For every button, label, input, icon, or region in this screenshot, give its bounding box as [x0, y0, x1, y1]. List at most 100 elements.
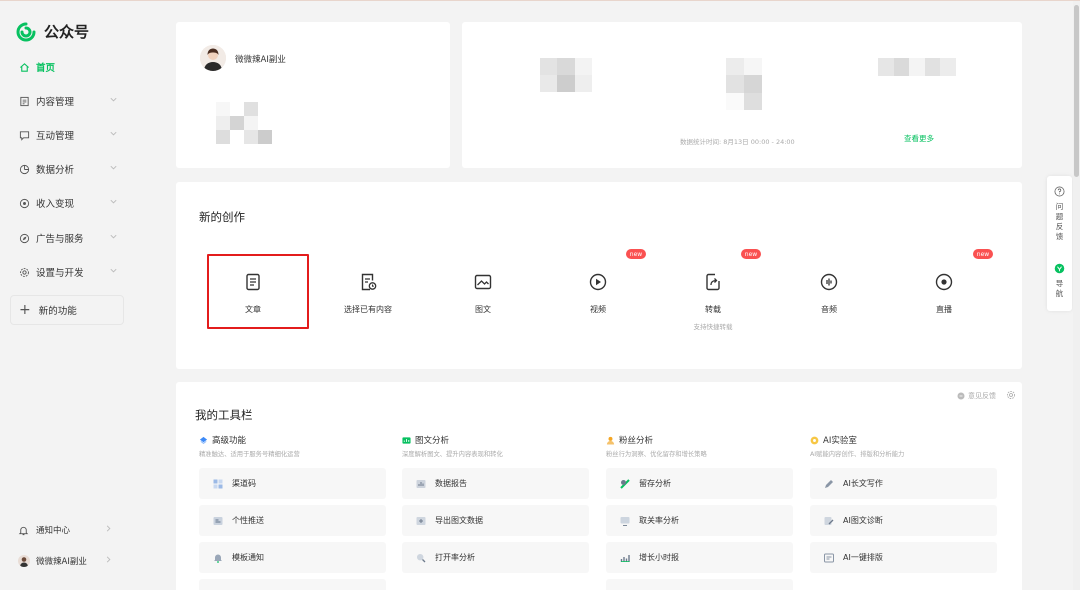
- account-menu[interactable]: 微微辣AI副业: [18, 551, 118, 571]
- tool-column-title: 高级功能: [199, 434, 246, 446]
- feedback-label: 意见反馈: [968, 392, 996, 400]
- live-icon: [935, 273, 953, 291]
- tool-button[interactable]: 数据报告: [402, 468, 589, 499]
- home-icon: [18, 61, 30, 73]
- tool-column-desc: 精准触达、适用于服务号精细化运营: [199, 451, 300, 458]
- chevron-down-icon: [110, 199, 117, 204]
- notification-center[interactable]: 通知中心: [18, 520, 118, 540]
- sidebar-item-ads[interactable]: 广告与服务: [18, 228, 128, 248]
- profile-card: 微微辣AI副业: [176, 22, 450, 168]
- chart-icon: [18, 163, 30, 175]
- blurred-stat: [878, 58, 956, 76]
- sidebar-item-label: 设置与开发: [36, 268, 84, 279]
- sidebar-item-monetization[interactable]: 收入变现: [18, 193, 128, 213]
- feedback-icon: [957, 392, 965, 400]
- account-name: 微微辣AI副业: [235, 55, 286, 65]
- create-item-label: 转载: [705, 305, 721, 314]
- tool-button[interactable]: AI长文写作: [810, 468, 997, 499]
- sidebar-item-label: 收入变现: [36, 199, 75, 210]
- create-live-button[interactable]: 直播: [904, 272, 984, 315]
- view-more-link[interactable]: 查看更多: [904, 133, 934, 144]
- create-repost-button[interactable]: 转载 支持快捷转载: [673, 272, 753, 331]
- feedback-button[interactable]: 问题反馈: [1047, 186, 1072, 242]
- scrollbar-thumb[interactable]: [1074, 5, 1079, 177]
- create-item-label: 直播: [936, 305, 952, 314]
- tool-button[interactable]: AI一键排版: [810, 542, 997, 573]
- sidebar-item-home[interactable]: 首页: [18, 57, 128, 77]
- create-video-button[interactable]: 视频: [558, 272, 638, 315]
- tool-column-title: 粉丝分析: [606, 434, 653, 446]
- tool-button[interactable]: 渠道码: [199, 468, 386, 499]
- sidebar-item-label: 内容管理: [36, 97, 75, 108]
- create-item-label: 图文: [475, 305, 491, 314]
- tool-button[interactable]: 打开率分析: [402, 542, 589, 573]
- open-rate-icon: [416, 553, 426, 563]
- tool-button[interactable]: 增长小时报: [606, 542, 793, 573]
- avatar: [18, 555, 30, 567]
- tool-button[interactable]: 个性推送: [199, 505, 386, 536]
- tool-column-title: AI实验室: [810, 434, 857, 446]
- chevron-right-icon: [106, 556, 111, 563]
- chevron-right-icon: [106, 525, 111, 532]
- create-existing-button[interactable]: 选择已有内容: [328, 272, 408, 315]
- new-features-button[interactable]: + 新的功能: [10, 295, 124, 325]
- tool-button[interactable]: [606, 579, 793, 590]
- article-icon: [246, 273, 260, 291]
- video-icon: [589, 273, 607, 291]
- tool-button[interactable]: 导出图文数据: [402, 505, 589, 536]
- bell-icon: [18, 525, 30, 536]
- nav-label: 导航: [1055, 279, 1064, 298]
- tool-button[interactable]: 模板通知: [199, 542, 386, 573]
- document-icon: [18, 95, 30, 107]
- account-name: 微微辣AI副业: [36, 557, 87, 567]
- tool-button[interactable]: 留存分析: [606, 468, 793, 499]
- growth-icon: [620, 553, 630, 563]
- qr-code-icon: [213, 479, 223, 489]
- nav-button[interactable]: 导航: [1047, 263, 1072, 299]
- sidebar-item-label: 互动管理: [36, 131, 75, 142]
- new-badge: new: [626, 249, 646, 259]
- chevron-down-icon: [110, 268, 117, 273]
- create-item-label: 音频: [821, 305, 837, 314]
- create-audio-button[interactable]: 音频: [789, 272, 869, 315]
- blurred-stat: [726, 58, 762, 110]
- sidebar: 公众号 首页 内容管理 互动管理 数据分析 收入变现 广告与服务 设置与开发 +…: [0, 1, 163, 590]
- tool-button[interactable]: AI图文诊断: [810, 505, 997, 536]
- create-item-label: 文章: [245, 305, 261, 314]
- avatar[interactable]: [200, 45, 226, 71]
- ai-diagnosis-icon: [824, 516, 834, 526]
- ai-layout-icon: [824, 553, 834, 563]
- new-creation-card: 新的创作 文章 选择已有内容 图文 视频 new 转载 支持快捷转载 new 音…: [176, 182, 1022, 369]
- fans-analysis-icon: [606, 436, 615, 445]
- gear-icon[interactable]: [1006, 390, 1016, 400]
- sidebar-item-interaction[interactable]: 互动管理: [18, 125, 128, 145]
- sidebar-item-label: 首页: [36, 63, 56, 74]
- bell-icon: [213, 553, 223, 563]
- audio-icon: [820, 273, 838, 291]
- sidebar-item-content[interactable]: 内容管理: [18, 91, 128, 111]
- sidebar-item-settings[interactable]: 设置与开发: [18, 262, 128, 282]
- sidebar-item-analytics[interactable]: 数据分析: [18, 159, 128, 179]
- create-article-button[interactable]: 文章: [213, 272, 293, 315]
- app-logo[interactable]: 公众号: [16, 21, 89, 42]
- create-image-text-button[interactable]: 图文: [443, 272, 523, 315]
- tool-column-desc: 深度解析图文、提升内容表现和转化: [402, 451, 503, 458]
- plus-icon: +: [19, 302, 31, 318]
- tool-button[interactable]: 取关率分析: [606, 505, 793, 536]
- new-badge: new: [973, 249, 993, 259]
- stats-footnote: 数据统计时间: 8月13日 00:00 - 24:00: [680, 138, 795, 146]
- create-item-label: 选择已有内容: [344, 305, 392, 314]
- image-text-icon: [474, 274, 492, 290]
- existing-content-icon: [361, 273, 377, 291]
- ai-writing-icon: [824, 479, 834, 489]
- stats-card: 数据统计时间: 8月13日 00:00 - 24:00 查看更多: [462, 22, 1022, 168]
- image-analysis-icon: [402, 436, 411, 444]
- tool-column-desc: 粉丝行为洞察、优化留存和增长策略: [606, 451, 707, 458]
- chat-icon: [18, 129, 30, 141]
- tool-button[interactable]: [199, 579, 386, 590]
- wechat-mp-logo-icon: [16, 22, 36, 41]
- compass-icon: [18, 232, 30, 244]
- floating-panel: 问题反馈 导航: [1047, 176, 1072, 311]
- feedback-link[interactable]: 意见反馈: [957, 391, 996, 401]
- report-icon: [416, 479, 426, 489]
